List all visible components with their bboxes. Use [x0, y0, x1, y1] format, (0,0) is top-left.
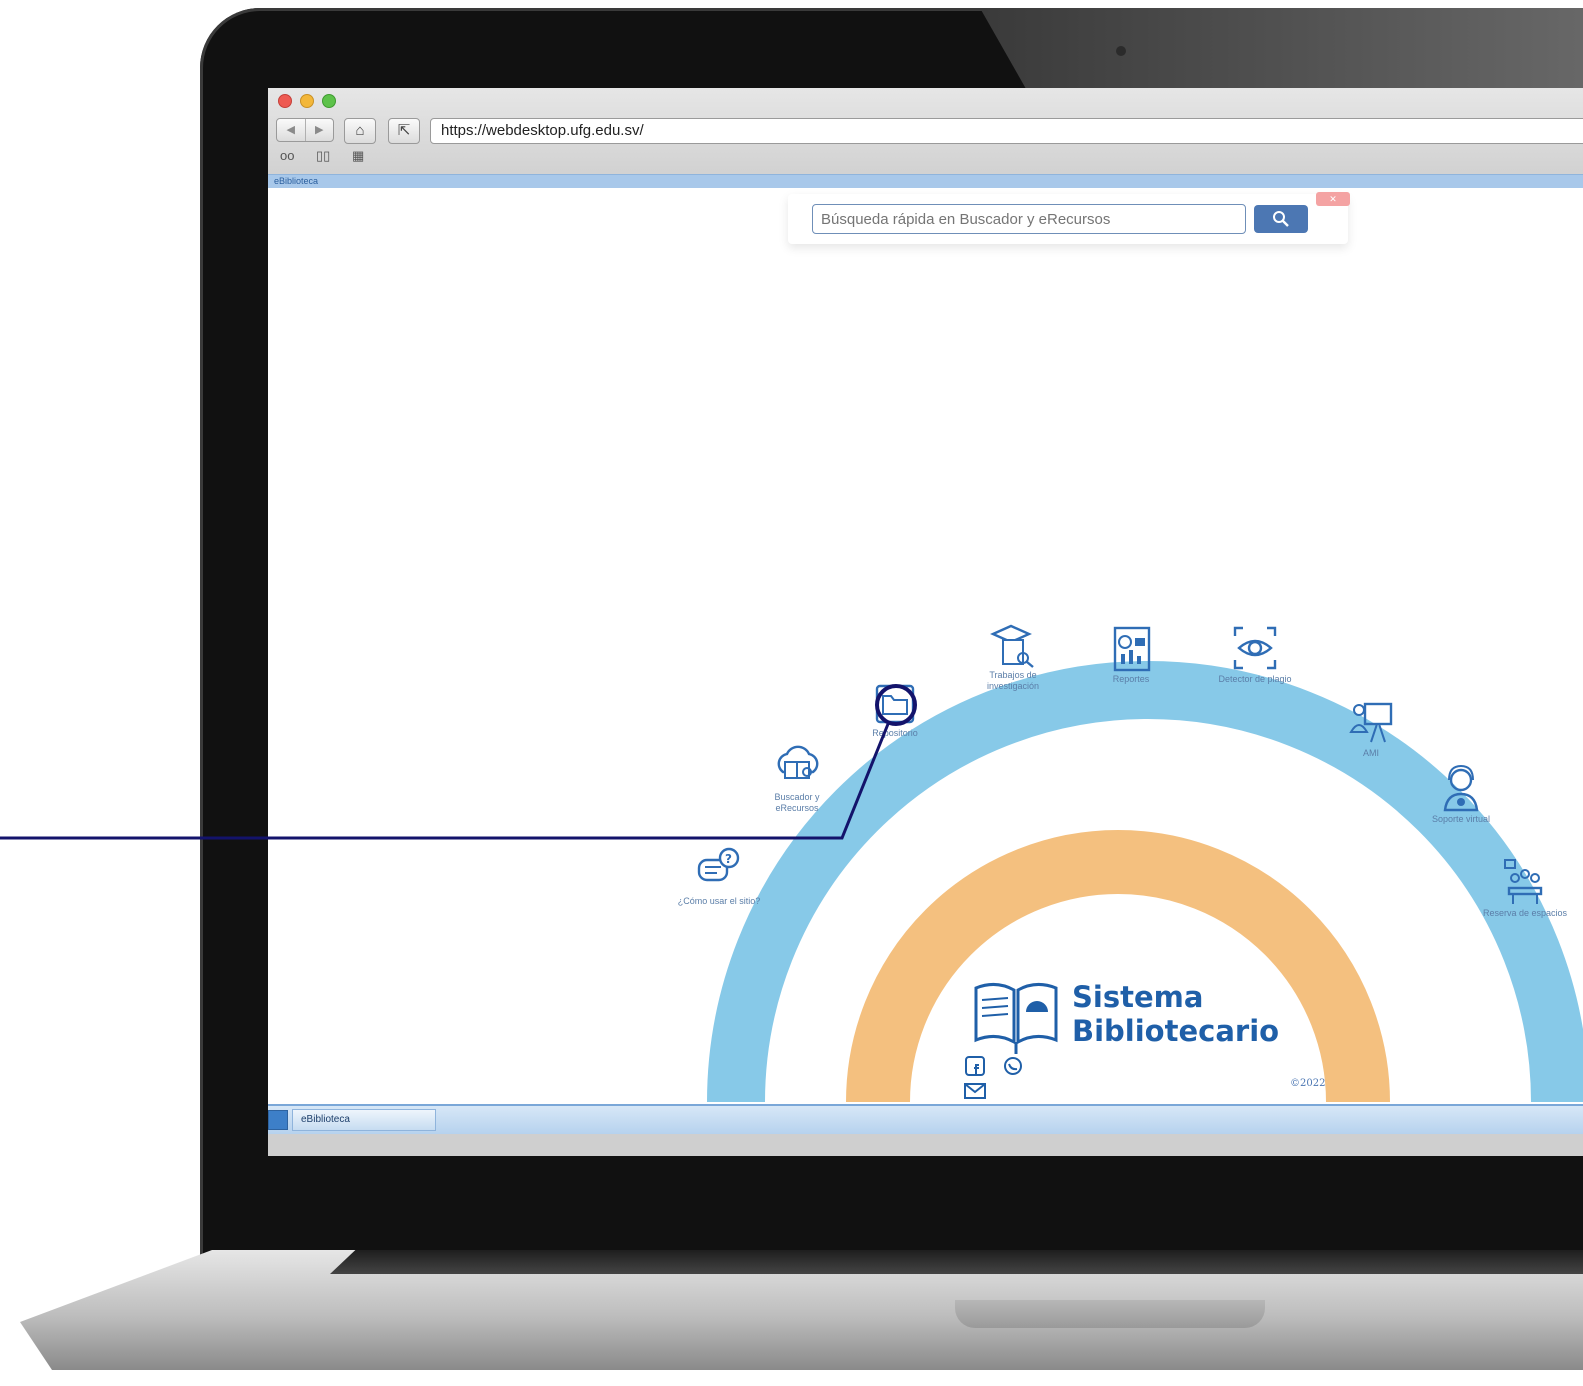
callout-circle — [875, 684, 917, 726]
callout-line — [0, 723, 890, 840]
callout-pointer — [0, 684, 917, 840]
stage: ◀ ▶ ⌂ ⇱ https://webdesktop.ufg.edu.sv/ o… — [0, 0, 1583, 1386]
